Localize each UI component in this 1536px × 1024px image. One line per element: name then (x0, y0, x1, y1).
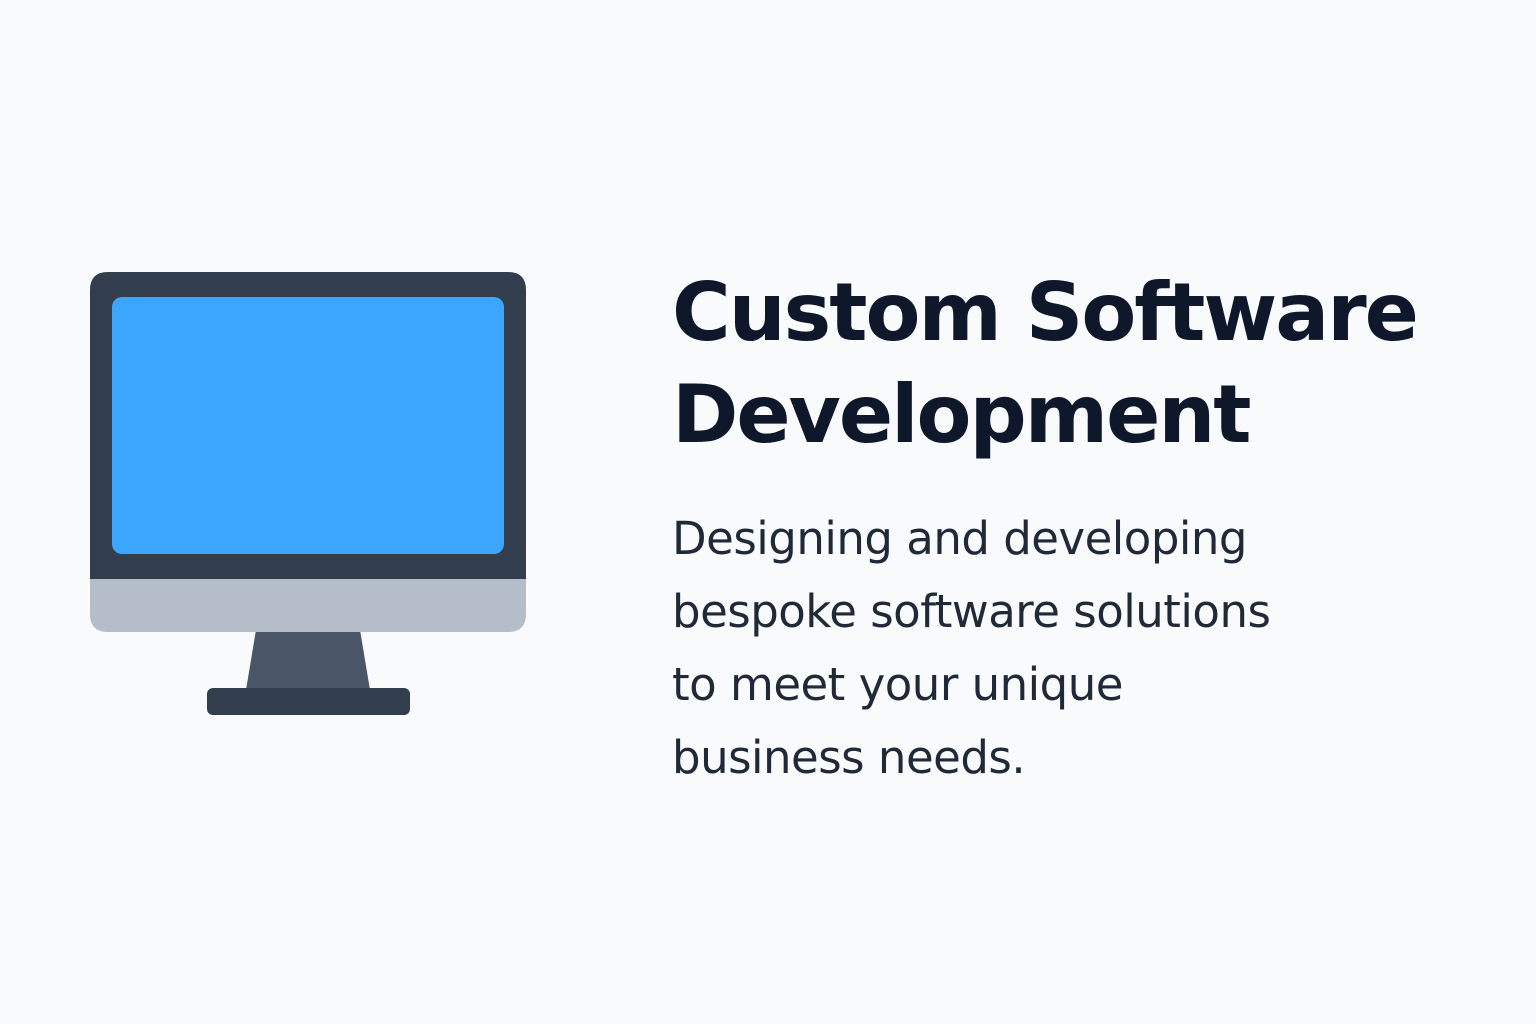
monitor-screen (112, 297, 504, 554)
monitor-stand-neck (246, 630, 370, 690)
card-title: Custom Software Development (672, 266, 1419, 461)
card-description: Designing and developing bespoke softwar… (672, 512, 1271, 784)
monitor-stand-base (207, 688, 410, 715)
service-card: Custom Software Development Designing an… (0, 0, 1536, 1024)
card-text: Custom Software Development Designing an… (672, 262, 1432, 794)
monitor-illustration (90, 272, 526, 715)
desktop-monitor-icon (90, 272, 526, 716)
